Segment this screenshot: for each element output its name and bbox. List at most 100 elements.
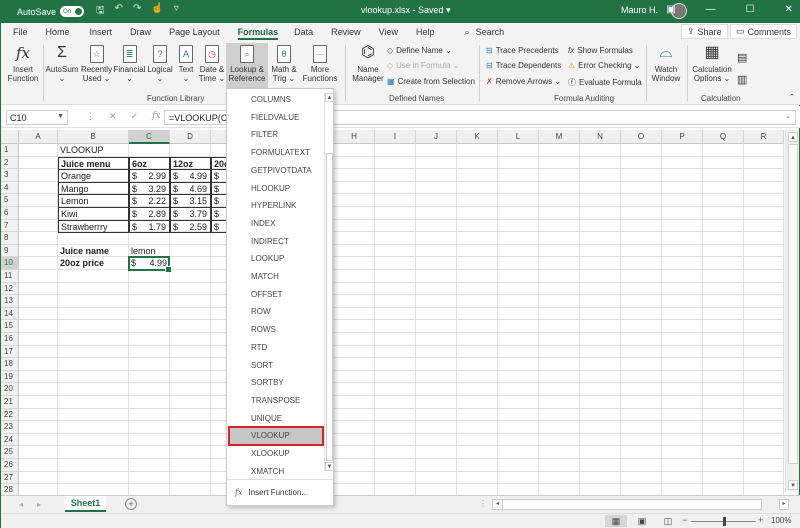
table-row-name[interactable]: Lemon [58,194,129,208]
dropdown-item-xmatch[interactable]: XMATCH [227,463,323,481]
dropdown-item-unique[interactable]: UNIQUE [227,410,323,428]
tab-formulas[interactable]: Formulas [237,23,278,41]
customize-icon[interactable]: ▿ [174,3,179,20]
text-button[interactable]: A Text ⌄ [174,43,198,83]
spreadsheet-grid[interactable]: ABCDEFGHIJKLMNOPQR1234567891011121314151… [1,130,784,495]
dropdown-item-hyperlink[interactable]: HYPERLINK [227,197,323,215]
row-header-1[interactable]: 1 [1,144,19,157]
cell-d2[interactable]: 12oz [170,156,211,171]
tab-draw[interactable]: Draw [130,23,151,41]
save-icon[interactable]: 🖫 [96,3,105,20]
column-header-c[interactable]: C [129,130,170,144]
row-header-9[interactable]: 9 [1,244,19,258]
column-header-n[interactable]: N [580,130,621,144]
zoom-slider-thumb[interactable] [722,517,726,526]
zoom-out-icon[interactable]: − [682,515,687,525]
create-from-selection-button[interactable]: ▦ Create from Selection [387,77,475,86]
row-header-4[interactable]: 4 [1,181,19,195]
row-header-14[interactable]: 14 [1,307,19,321]
row-header-15[interactable]: 15 [1,320,19,333]
column-header-i[interactable]: I [375,130,416,144]
add-sheet-icon[interactable]: + [125,498,137,510]
row-header-23[interactable]: 23 [1,421,19,434]
dropdown-item-rtd[interactable]: RTD [227,339,323,357]
row-header-22[interactable]: 22 [1,408,19,422]
row-header-25[interactable]: 25 [1,446,19,459]
autosave-control[interactable]: AutoSave On [17,6,85,17]
autosave-toggle[interactable]: On [60,6,85,17]
cell-12oz-price[interactable]: $3.79 [170,207,211,221]
row-header-21[interactable]: 21 [1,396,19,409]
tab-help[interactable]: Help [416,23,435,41]
column-header-m[interactable]: M [539,130,580,144]
cell-12oz-price[interactable]: $3.15 [170,194,211,208]
insert-function-menu-item[interactable]: fx Insert Function... [227,479,333,505]
cell-12oz-price[interactable]: $4.69 [170,181,211,196]
dropdown-item-indirect[interactable]: INDIRECT [227,233,323,251]
dropdown-item-xlookup[interactable]: XLOOKUP [227,445,323,463]
scroll-down-icon[interactable]: ▼ [325,462,334,471]
dropdown-item-match[interactable]: MATCH [227,268,323,286]
collapse-ribbon-icon[interactable]: ⌃ [789,93,795,101]
scroll-thumb[interactable] [788,144,798,464]
table-row-name[interactable]: Mango [58,181,129,196]
column-header-p[interactable]: P [662,130,703,144]
share-button[interactable]: ⇪ Share [681,24,728,39]
trace-precedents-button[interactable]: ⊟ Trace Precedents [486,46,559,55]
cell-12oz-price[interactable]: $2.59 [170,219,211,234]
column-header-k[interactable]: K [457,130,498,144]
row-header-17[interactable]: 17 [1,345,19,359]
table-row-name[interactable]: Orange [58,169,129,183]
dropdown-item-columns[interactable]: COLUMNS [227,91,323,109]
row-header-5[interactable]: 5 [1,194,19,207]
scroll-down-icon[interactable]: ▼ [788,480,798,490]
enter-icon[interactable]: ✓ [131,111,139,122]
watch-window-button[interactable]: ⌓ Watch Window [649,43,683,83]
row-header-26[interactable]: 26 [1,459,19,472]
cell-6oz-price[interactable]: $2.22 [129,194,170,208]
row-header-8[interactable]: 8 [1,232,19,245]
column-header-o[interactable]: O [621,130,662,144]
dropdown-item-rows[interactable]: ROWS [227,321,323,339]
user-name[interactable]: Mauro H. [621,5,658,15]
maximize-icon[interactable]: ☐ [746,4,755,15]
column-header-l[interactable]: L [498,130,539,144]
row-header-18[interactable]: 18 [1,358,19,371]
use-in-formula-button[interactable]: ◇ Use in Formula ⌄ [387,61,459,70]
scroll-right-icon[interactable]: ▸ [779,499,789,510]
page-break-view-icon[interactable]: ◫ [657,515,679,527]
cancel-icon[interactable]: ✕ [109,111,117,122]
evaluate-formula-button[interactable]: ⓕ Evaluate Formula [568,77,642,88]
cell-6oz-price[interactable]: $3.29 [129,181,170,196]
next-sheet-icon[interactable]: ▸ [37,500,41,509]
table-row-name[interactable]: Strawberrry [58,219,129,234]
touch-mode-icon[interactable]: ☝ [151,3,163,20]
row-header-11[interactable]: 11 [1,270,19,283]
dropdown-item-formulatext[interactable]: FORMULATEXT [227,144,323,162]
zoom-in-icon[interactable]: + [758,515,763,525]
row-header-12[interactable]: 12 [1,282,19,296]
dropdown-item-transpose[interactable]: TRANSPOSE [227,392,323,410]
tab-home[interactable]: Home [46,23,70,41]
math-trig-button[interactable]: θ Math & Trig ⌄ [268,43,300,83]
redo-icon[interactable]: ↷ [133,3,141,20]
dropdown-item-index[interactable]: INDEX [227,215,323,233]
name-manager-button[interactable]: ⌬ Name Manager [351,43,385,83]
ribbon-display-icon[interactable]: ▣ [666,4,675,15]
row-header-24[interactable]: 24 [1,433,19,447]
show-formulas-button[interactable]: fx Show Formulas [568,46,633,55]
dropdown-scrollbar[interactable]: ▲ ▼ [324,93,334,471]
scroll-up-icon[interactable]: ▲ [788,132,798,142]
undo-icon[interactable]: ↶ [115,3,123,20]
vertical-scrollbar[interactable]: ▲ ▼ [785,130,799,492]
tab-file[interactable]: File [13,23,28,41]
table-row-name[interactable]: Kiwi [58,207,129,221]
column-header-j[interactable]: J [416,130,457,144]
splitter-handle[interactable]: ⋮ [479,499,487,508]
column-header-d[interactable]: D [170,130,211,144]
calculate-now-icon[interactable]: ▤ [737,51,747,64]
column-header-h[interactable]: H [334,130,375,144]
cell-b1[interactable]: VLOOKUP [58,144,129,158]
document-title[interactable]: vlookup.xlsx - Saved ▾ [361,5,451,16]
date-time-button[interactable]: ◷ Date & Time ⌄ [198,43,226,83]
